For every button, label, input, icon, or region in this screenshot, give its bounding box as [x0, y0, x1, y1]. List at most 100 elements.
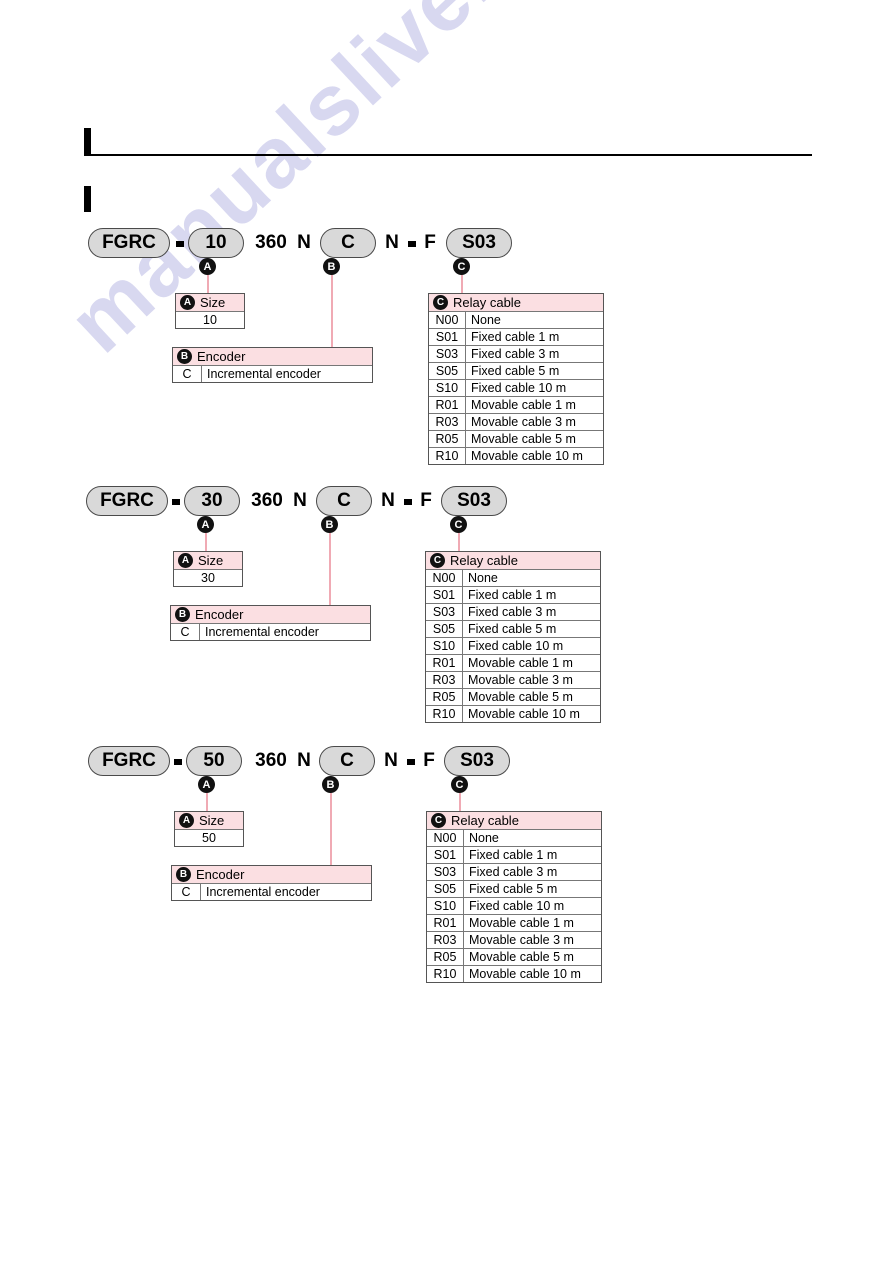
- marker-b: B: [323, 258, 340, 275]
- relay-desc: Fixed cable 5 m: [463, 881, 601, 897]
- model-prefix-pill: FGRC: [86, 486, 168, 516]
- connector-b: [331, 275, 333, 348]
- watermark: manualslive.com: [50, 0, 645, 371]
- badge-b-icon: B: [175, 607, 190, 622]
- model-relay-pill: S03: [441, 486, 507, 516]
- table-row: R10 Movable cable 10 m: [427, 965, 601, 982]
- model-size-pill: 10: [188, 228, 244, 258]
- relay-code: N00: [432, 571, 456, 585]
- table-row: N00 None: [429, 311, 603, 328]
- relay-desc: Fixed cable 10 m: [465, 380, 603, 396]
- relay-code: S10: [433, 899, 457, 913]
- subsection-marker: [84, 186, 92, 212]
- relay-desc: Fixed cable 1 m: [462, 587, 600, 603]
- model-pulses: 360: [255, 750, 287, 771]
- relay-code: R10: [435, 449, 459, 463]
- model-pulses: 360: [251, 490, 283, 511]
- subsection-marker-tab: [84, 186, 91, 212]
- model-relay-pill: S03: [446, 228, 512, 258]
- size-table-header: A Size: [176, 294, 244, 311]
- table-row: S01 Fixed cable 1 m: [426, 586, 600, 603]
- table-row: 30: [174, 569, 242, 586]
- relay-desc: Movable cable 10 m: [462, 706, 600, 722]
- relay-desc: Movable cable 1 m: [462, 655, 600, 671]
- relay-code: R05: [432, 690, 456, 704]
- size-table-title: Size: [200, 295, 226, 310]
- table-row: R10 Movable cable 10 m: [426, 705, 600, 722]
- encoder-code: C: [180, 625, 190, 639]
- relay-code: R03: [432, 673, 456, 687]
- table-row: S05 Fixed cable 5 m: [429, 362, 603, 379]
- marker-c: C: [453, 258, 470, 275]
- model-number-string: FGRC 30 360 N C N F S03: [86, 486, 507, 520]
- encoder-desc: Incremental encoder: [201, 366, 372, 382]
- relay-desc: Movable cable 1 m: [465, 397, 603, 413]
- relay-desc: Fixed cable 3 m: [463, 864, 601, 880]
- encoder-table-title: Encoder: [195, 607, 244, 622]
- table-row: S03 Fixed cable 3 m: [429, 345, 603, 362]
- relay-desc: Fixed cable 10 m: [463, 898, 601, 914]
- relay-code: R10: [433, 967, 457, 981]
- model-n1: N: [293, 490, 307, 511]
- size-table: A Size 30: [173, 551, 243, 587]
- model-n1: N: [297, 232, 311, 253]
- size-value: 10: [203, 313, 217, 327]
- relay-code: S05: [435, 364, 459, 378]
- table-row: 50: [175, 829, 243, 846]
- badge-b-icon: B: [177, 349, 192, 364]
- table-row: R01 Movable cable 1 m: [429, 396, 603, 413]
- relay-table-title: Relay cable: [453, 295, 521, 310]
- table-row: S03 Fixed cable 3 m: [426, 603, 600, 620]
- badge-b-icon: B: [176, 867, 191, 882]
- table-row: R03 Movable cable 3 m: [426, 671, 600, 688]
- size-table-header: A Size: [174, 552, 242, 569]
- table-row: C Incremental encoder: [172, 883, 371, 900]
- relay-code: S01: [432, 588, 456, 602]
- table-row: N00 None: [427, 829, 601, 846]
- relay-code: N00: [433, 831, 457, 845]
- relay-code: S03: [435, 347, 459, 361]
- badge-a-icon: A: [179, 813, 194, 828]
- relay-table-header: C Relay cable: [426, 552, 600, 569]
- relay-code: R05: [435, 432, 459, 446]
- encoder-code: C: [182, 367, 192, 381]
- relay-desc: Movable cable 10 m: [463, 966, 601, 982]
- connector-c: [461, 275, 463, 294]
- model-encoder-pill: C: [316, 486, 372, 516]
- connector-b: [329, 533, 331, 606]
- connector-b: [330, 793, 332, 866]
- relay-code: S05: [433, 882, 457, 896]
- relay-code: R01: [432, 656, 456, 670]
- relay-table-header: C Relay cable: [429, 294, 603, 311]
- section-heading-line: [84, 154, 812, 156]
- model-n2: N: [385, 232, 399, 253]
- encoder-table-header: B Encoder: [173, 348, 372, 365]
- relay-desc: Movable cable 5 m: [463, 949, 601, 965]
- model-size-pill: 30: [184, 486, 240, 516]
- model-n2: N: [384, 750, 398, 771]
- table-row: R03 Movable cable 3 m: [427, 931, 601, 948]
- model-f: F: [420, 490, 432, 511]
- marker-a: A: [197, 516, 214, 533]
- model-n2: N: [381, 490, 395, 511]
- table-row: 10: [176, 311, 244, 328]
- badge-a-icon: A: [178, 553, 193, 568]
- relay-code: S01: [433, 848, 457, 862]
- relay-table-title: Relay cable: [451, 813, 519, 828]
- encoder-table: B Encoder C Incremental encoder: [172, 347, 373, 383]
- encoder-code: C: [181, 885, 191, 899]
- model-separator-2: [407, 759, 415, 765]
- model-number-string: FGRC 10 360 N C N F S03: [88, 228, 512, 262]
- relay-desc: None: [462, 570, 600, 586]
- relay-desc: Fixed cable 5 m: [462, 621, 600, 637]
- relay-code: S10: [435, 381, 459, 395]
- relay-desc: Fixed cable 3 m: [462, 604, 600, 620]
- marker-c: C: [450, 516, 467, 533]
- table-row: S10 Fixed cable 10 m: [429, 379, 603, 396]
- model-f: F: [424, 232, 436, 253]
- relay-code: R03: [433, 933, 457, 947]
- size-table-title: Size: [199, 813, 225, 828]
- encoder-table-header: B Encoder: [171, 606, 370, 623]
- table-row: R03 Movable cable 3 m: [429, 413, 603, 430]
- relay-table-title: Relay cable: [450, 553, 518, 568]
